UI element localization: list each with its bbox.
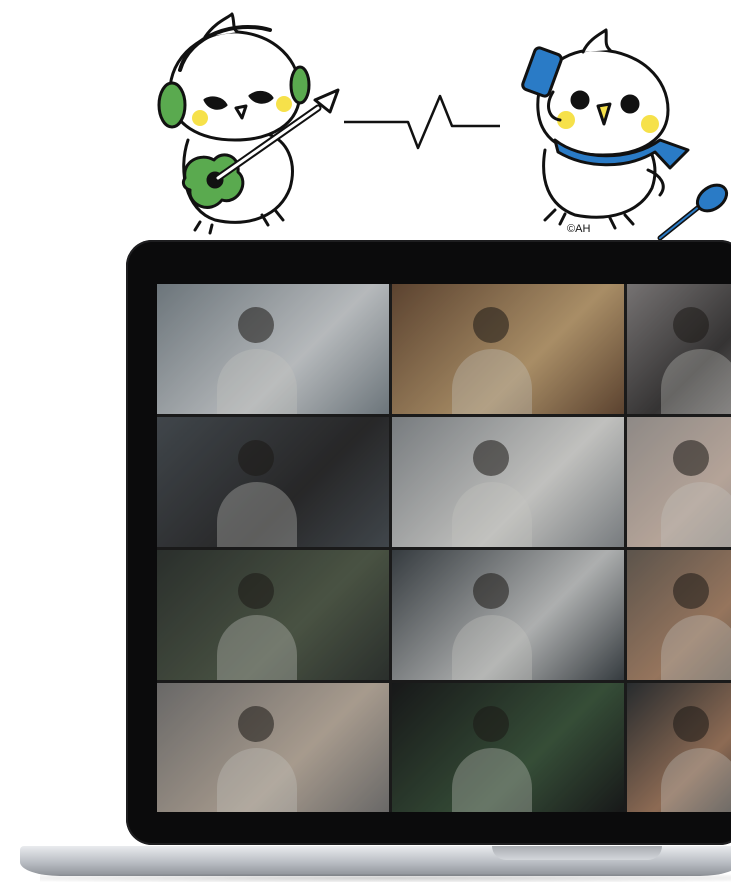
photo-tile-camera-operator [392, 550, 624, 680]
tile-dim-overlay [157, 417, 389, 547]
copyright-label: ©AH [567, 223, 591, 235]
photo-tile-man-smiling-closeup [627, 683, 731, 812]
photo-tile-singer-dark-studio [157, 550, 389, 680]
photo-tile-person-right-edge [157, 683, 389, 812]
tile-dim-overlay [157, 683, 389, 812]
photo-tile-man-headset-laptop [157, 284, 389, 414]
photo-tile-woman-laughing-laptop [627, 550, 731, 680]
guitar-bird-character [157, 12, 340, 235]
tile-dim-overlay [627, 417, 731, 547]
tile-dim-overlay [157, 550, 389, 680]
photo-tile-woman-portrait [627, 417, 731, 547]
photo-tile-man-headphones-microphone [392, 417, 624, 547]
headphone-right-icon [289, 65, 311, 105]
laptop-notch [492, 846, 662, 860]
laptop-screen [157, 284, 731, 812]
headphone-left-icon [157, 81, 187, 129]
tile-dim-overlay [157, 284, 389, 414]
tile-dim-overlay [627, 284, 731, 414]
signal-wave-icon [344, 94, 500, 150]
photo-tile-man-dark-background [392, 683, 624, 812]
photo-tile-makeup-palette [627, 284, 731, 414]
laptop-shadow [40, 874, 731, 882]
tile-dim-overlay [392, 550, 624, 680]
photo-tile-woman-curly-hair-guitar [392, 284, 624, 414]
tile-dim-overlay [627, 683, 731, 812]
tile-dim-overlay [392, 683, 624, 812]
phone-bird-character [521, 28, 729, 241]
tile-dim-overlay [392, 284, 624, 414]
tile-dim-overlay [392, 417, 624, 547]
photo-tile-woman-headphones-back [157, 417, 389, 547]
character-illustration [157, 12, 729, 241]
tile-dim-overlay [627, 550, 731, 680]
